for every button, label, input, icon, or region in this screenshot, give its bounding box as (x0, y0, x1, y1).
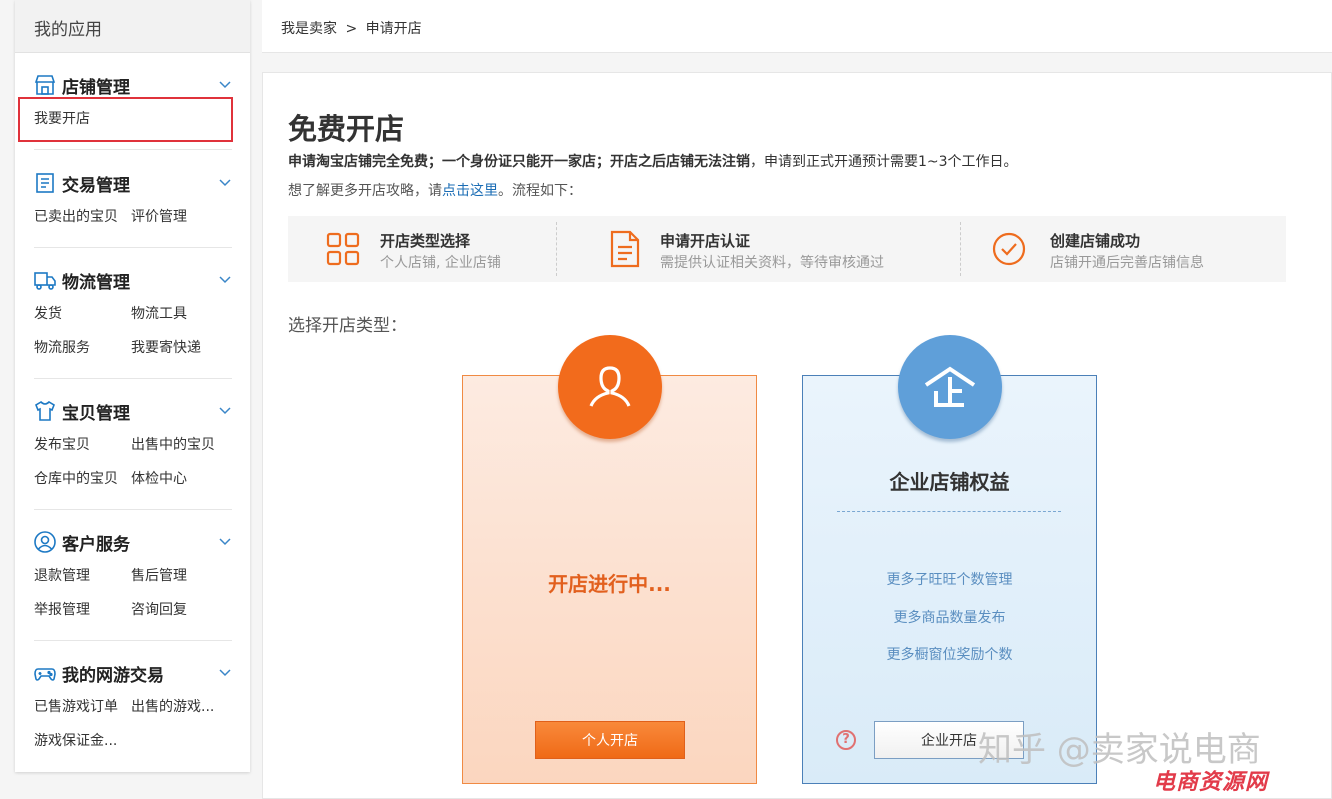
shirt-icon (34, 400, 56, 422)
sidebar-group-title-trade[interactable]: 交易管理 (15, 171, 250, 196)
step-title: 申请开店认证 (660, 232, 751, 250)
enterprise-icon (898, 335, 1002, 439)
person-icon (558, 335, 662, 439)
sidebar-item-ship[interactable]: 发货 (34, 303, 62, 323)
sidebar-item-inquiries[interactable]: 咨询回复 (131, 599, 187, 619)
truck-icon (34, 269, 56, 291)
sidebar-group-store: 店铺管理 我要开店 (15, 73, 250, 127)
divider (34, 247, 232, 248)
sidebar-item-send-express[interactable]: 我要寄快递 (131, 337, 201, 357)
sidebar-item-reviews[interactable]: 评价管理 (131, 206, 187, 226)
divider (34, 149, 232, 150)
personal-store-card: 开店进行中... 个人开店 (462, 335, 757, 784)
sidebar-group-title-items[interactable]: 宝贝管理 (15, 399, 250, 424)
store-opening-status: 开店进行中... (548, 572, 671, 596)
check-circle-icon (992, 232, 1026, 266)
sidebar-group-trade: 交易管理 已卖出的宝贝 评价管理 (15, 171, 250, 225)
user-circle-icon (34, 531, 56, 553)
selection-highlight (18, 97, 233, 142)
grid-icon (326, 232, 360, 266)
receipt-icon (34, 172, 56, 194)
document-icon (610, 230, 640, 268)
sidebar-item-logistics-tools[interactable]: 物流工具 (131, 303, 187, 323)
chevron-down-icon[interactable] (218, 175, 232, 189)
step-success: 创建店铺成功 店铺开通后完善店铺信息 (960, 216, 1286, 282)
sidebar-group-title-customer-service[interactable]: 客户服务 (15, 530, 250, 555)
guide-text: 想了解更多开店攻略，请点击这里。流程如下： (288, 180, 582, 200)
chevron-down-icon[interactable] (218, 272, 232, 286)
step-divider (556, 222, 557, 276)
help-icon[interactable]: ? (836, 730, 856, 750)
step-desc: 店铺开通后完善店铺信息 (1050, 255, 1204, 271)
step-desc: 需提供认证相关资料，等待审核通过 (660, 255, 884, 271)
notice-bold: 申请淘宝店铺完全免费；一个身份证只能开一家店；开店之后店铺无法注销 (288, 154, 750, 170)
sidebar-item-game-orders[interactable]: 已售游戏订单 (34, 696, 118, 716)
sidebar-group-title-logistics[interactable]: 物流管理 (15, 268, 250, 293)
divider (837, 511, 1061, 512)
benefit-item: 更多子旺旺个数管理 (886, 572, 1013, 588)
sidebar-item-refunds[interactable]: 退款管理 (34, 565, 90, 585)
step-type-select: 开店类型选择 个人店铺, 企业店铺 (288, 216, 556, 282)
benefit-item: 更多橱窗位奖励个数 (886, 647, 1013, 663)
chevron-down-icon[interactable] (218, 403, 232, 417)
store-icon (34, 74, 56, 96)
sidebar-group-label: 物流管理 (62, 272, 130, 293)
sidebar-group-label: 店铺管理 (62, 77, 130, 98)
sidebar-item-items-in-warehouse[interactable]: 仓库中的宝贝 (34, 468, 118, 488)
sidebar-group-label: 宝贝管理 (62, 403, 130, 424)
divider (34, 640, 232, 641)
enterprise-benefits-title: 企业店铺权益 (889, 470, 1010, 494)
breadcrumb: 我是卖家 > 申请开店 (262, 0, 1332, 53)
divider (34, 509, 232, 510)
sidebar-group-label: 我的网游交易 (62, 665, 164, 686)
sidebar-group-customer-service: 客户服务 退款管理 售后管理 举报管理 咨询回复 (15, 530, 250, 618)
breadcrumb-separator: > (345, 21, 358, 37)
site-watermark: 电商资源网 (1153, 770, 1269, 795)
sidebar: 我的应用 店铺管理 我要开店 交易管理 已卖出的宝贝 评价管理 物流管理 发货 … (15, 0, 250, 772)
sidebar-item-game-deposit[interactable]: 游戏保证金... (34, 730, 117, 750)
sidebar-group-label: 客户服务 (62, 534, 130, 555)
sidebar-item-after-sales[interactable]: 售后管理 (131, 565, 187, 585)
chevron-down-icon[interactable] (218, 77, 232, 91)
guide-prefix: 想了解更多开店攻略，请 (288, 183, 442, 199)
step-title: 开店类型选择 (380, 232, 471, 250)
sidebar-group-title-game-trade[interactable]: 我的网游交易 (15, 661, 250, 686)
sidebar-item-logistics-service[interactable]: 物流服务 (34, 337, 90, 357)
guide-suffix: 。流程如下： (498, 183, 582, 199)
process-steps: 开店类型选择 个人店铺, 企业店铺 申请开店认证 需提供认证相关资料，等待审核通… (288, 216, 1286, 282)
guide-link[interactable]: 点击这里 (442, 183, 498, 199)
benefit-item: 更多商品数量发布 (893, 610, 1006, 626)
open-personal-store-button[interactable]: 个人开店 (535, 721, 685, 759)
step-desc: 个人店铺, 企业店铺 (380, 255, 501, 271)
chevron-down-icon[interactable] (218, 534, 232, 548)
chevron-down-icon[interactable] (218, 665, 232, 679)
main-panel: 免费开店 申请淘宝店铺完全免费；一个身份证只能开一家店；开店之后店铺无法注销，申… (262, 72, 1332, 799)
page-title: 免费开店 (288, 112, 405, 146)
sidebar-item-games-for-sale[interactable]: 出售的游戏... (131, 696, 214, 716)
notice-text: 申请淘宝店铺完全免费；一个身份证只能开一家店；开店之后店铺无法注销，申请到正式开… (288, 151, 1018, 171)
sidebar-title: 我的应用 (15, 0, 250, 53)
sidebar-group-title-store[interactable]: 店铺管理 (15, 73, 250, 98)
breadcrumb-current: 申请开店 (365, 21, 422, 37)
sidebar-item-publish-item[interactable]: 发布宝贝 (34, 434, 90, 454)
sidebar-item-items-on-sale[interactable]: 出售中的宝贝 (131, 434, 215, 454)
sidebar-item-sold-items[interactable]: 已卖出的宝贝 (34, 206, 118, 226)
gamepad-icon (34, 662, 56, 684)
divider (34, 378, 232, 379)
sidebar-group-items: 宝贝管理 发布宝贝 出售中的宝贝 仓库中的宝贝 体检中心 (15, 399, 250, 487)
sidebar-group-label: 交易管理 (62, 175, 130, 196)
step-title: 创建店铺成功 (1050, 232, 1141, 250)
breadcrumb-root[interactable]: 我是卖家 (281, 21, 337, 37)
sidebar-group-logistics: 物流管理 发货 物流工具 物流服务 我要寄快递 (15, 268, 250, 356)
step-certification: 申请开店认证 需提供认证相关资料，等待审核通过 (568, 216, 958, 282)
choose-type-label: 选择开店类型： (288, 316, 407, 336)
notice-rest: ，申请到正式开通预计需要1~3个工作日。 (750, 154, 1018, 170)
sidebar-group-game-trade: 我的网游交易 已售游戏订单 出售的游戏... 游戏保证金... (15, 661, 250, 749)
sidebar-item-reports[interactable]: 举报管理 (34, 599, 90, 619)
sidebar-item-check-center[interactable]: 体检中心 (131, 468, 187, 488)
